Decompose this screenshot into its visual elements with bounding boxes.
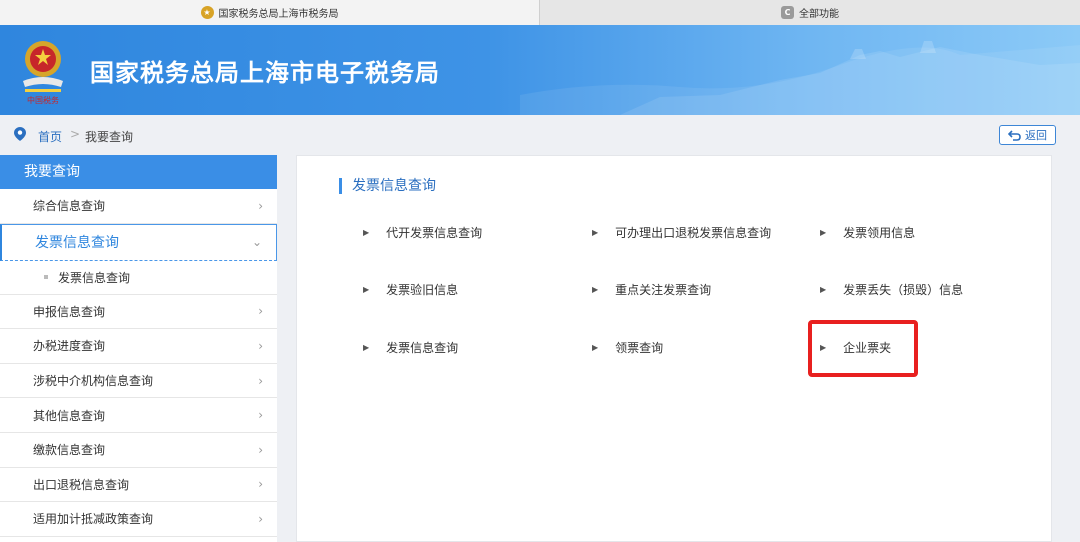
breadcrumb-current: 我要查询: [85, 130, 134, 144]
emblem-icon: ★: [200, 6, 214, 19]
back-button-label: 返回: [1025, 129, 1047, 142]
sidebar-item-label: 发票信息查询: [35, 235, 119, 252]
sidebar-item-agency-info[interactable]: 涉税中介机构信息查询 ›: [0, 364, 277, 399]
sidebar-item-payment-info[interactable]: 缴款信息查询 ›: [0, 433, 277, 468]
sidebar-item-label: 申报信息查询: [33, 304, 106, 319]
arrow-bullet-icon: ▶: [363, 285, 370, 294]
return-arrow-icon: [1008, 129, 1021, 141]
breadcrumb: 首页 > 我要查询 返回: [0, 115, 1080, 155]
sidebar-subitem-invoice-info[interactable]: 发票信息查询: [0, 261, 277, 295]
link-label: 可办理出口退税发票信息查询: [615, 226, 772, 240]
arrow-bullet-icon: ▶: [592, 228, 599, 237]
chevron-right-icon: ›: [258, 408, 263, 423]
sidebar-item-invoice-info[interactable]: 发票信息查询 ⌄: [0, 223, 277, 261]
sidebar-item-label: 出口退税信息查询: [33, 477, 130, 492]
chevron-right-icon: ›: [258, 338, 263, 353]
sidebar-item-comprehensive-info[interactable]: 综合信息查询 ›: [0, 189, 277, 224]
arrow-bullet-icon: ▶: [363, 228, 370, 237]
link-label: 代开发票信息查询: [386, 226, 483, 240]
chevron-down-icon: ⌄: [251, 235, 262, 250]
highlight-box: [808, 320, 918, 377]
sidebar-item-progress[interactable]: 办税进度查询 ›: [0, 329, 277, 364]
arrow-bullet-icon: ▶: [820, 285, 827, 294]
breadcrumb-home-link[interactable]: 首页: [38, 128, 62, 145]
location-pin-icon: [14, 127, 26, 141]
link-invoice-info-query[interactable]: ▶ 发票信息查询: [363, 339, 458, 356]
back-button[interactable]: 返回: [999, 125, 1056, 145]
c-app-icon: C: [781, 6, 794, 19]
sidebar-item-label: 办税进度查询: [33, 339, 106, 354]
link-issued-invoice-query[interactable]: ▶ 代开发票信息查询: [363, 224, 482, 241]
sidebar: 我要查询 综合信息查询 › 发票信息查询 ⌄ 发票信息查询 申报信息查询 › 办…: [0, 155, 277, 542]
chevron-right-icon: ›: [258, 477, 263, 492]
link-invoice-receipt-info[interactable]: ▶ 发票领用信息: [820, 224, 915, 241]
chevron-right-icon: ›: [258, 198, 263, 213]
browser-tab-all-functions[interactable]: C 全部功能: [540, 0, 1080, 25]
sidebar-item-other-info[interactable]: 其他信息查询 ›: [0, 398, 277, 433]
link-label: 发票信息查询: [386, 341, 459, 355]
browser-tab-label: 全部功能: [799, 9, 839, 20]
browser-tab-bar: ★ 国家税务总局上海市税务局 C 全部功能: [0, 0, 1080, 25]
link-label: 发票领用信息: [843, 226, 916, 240]
link-receive-invoice-query[interactable]: ▶ 领票查询: [592, 339, 663, 356]
browser-tab-label: 国家税务总局上海市税务局: [218, 9, 339, 20]
sidebar-item-label: 综合信息查询: [33, 199, 106, 214]
site-title: 国家税务总局上海市电子税务局: [90, 59, 440, 87]
sidebar-item-declaration-info[interactable]: 申报信息查询 ›: [0, 295, 277, 330]
sidebar-item-label: 其他信息查询: [33, 408, 106, 423]
great-wall-illustration: [520, 41, 1080, 115]
sidebar-item-label: 涉税中介机构信息查询: [33, 374, 154, 389]
sidebar-subitem-label: 发票信息查询: [58, 270, 131, 285]
emblem-caption: 中国税务: [27, 95, 59, 105]
national-emblem-icon: 中国税务: [23, 41, 63, 105]
chevron-right-icon: ›: [258, 304, 263, 319]
sidebar-item-label: 缴款信息查询: [33, 443, 106, 458]
bullet-icon: [44, 275, 48, 280]
chevron-right-icon: ›: [258, 373, 263, 388]
link-key-invoice-query[interactable]: ▶ 重点关注发票查询: [592, 281, 711, 298]
browser-tab-tax-bureau[interactable]: ★ 国家税务总局上海市税务局: [0, 0, 540, 25]
chevron-right-icon: ›: [258, 442, 263, 457]
link-label: 领票查询: [615, 341, 664, 355]
link-label: 重点关注发票查询: [615, 283, 712, 297]
sidebar-item-export-rebate[interactable]: 出口退税信息查询 ›: [0, 468, 277, 503]
link-invoice-lost-info[interactable]: ▶ 发票丢失（损毁）信息: [820, 281, 963, 298]
arrow-bullet-icon: ▶: [592, 343, 599, 352]
chevron-right-icon: ›: [258, 511, 263, 526]
sidebar-item-label: 适用加计抵减政策查询: [33, 512, 154, 527]
main-panel: 发票信息查询 ▶ 代开发票信息查询 ▶ 可办理出口退税发票信息查询 ▶ 发票领用…: [296, 155, 1052, 542]
link-label: 发票验旧信息: [386, 283, 459, 297]
link-invoice-verification-info[interactable]: ▶ 发票验旧信息: [363, 281, 458, 298]
sidebar-title: 我要查询: [0, 155, 277, 189]
arrow-bullet-icon: ▶: [820, 228, 827, 237]
sidebar-item-deduction-policy[interactable]: 适用加计抵减政策查询 ›: [0, 502, 277, 537]
section-title: 发票信息查询: [339, 178, 436, 194]
link-export-rebate-invoice-query[interactable]: ▶ 可办理出口退税发票信息查询: [592, 224, 771, 241]
arrow-bullet-icon: ▶: [592, 285, 599, 294]
link-label: 发票丢失（损毁）信息: [843, 283, 964, 297]
header-banner: 中国税务 国家税务总局上海市电子税务局: [0, 25, 1080, 115]
breadcrumb-separator: >: [70, 127, 81, 141]
arrow-bullet-icon: ▶: [363, 343, 370, 352]
